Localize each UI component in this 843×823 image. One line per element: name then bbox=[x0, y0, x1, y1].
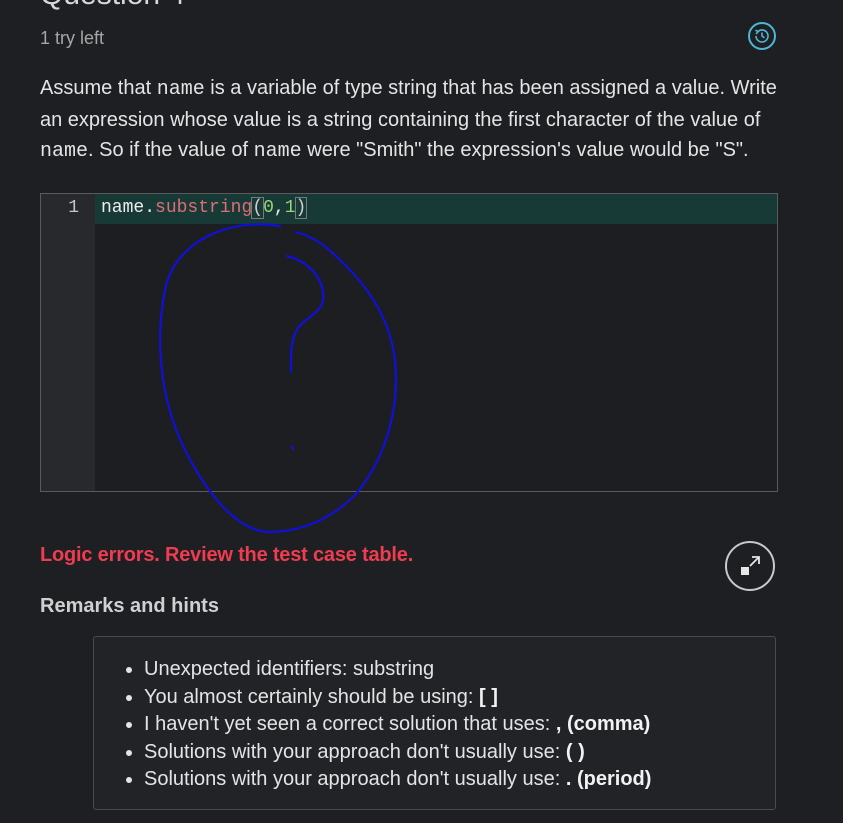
line-number: 1 bbox=[68, 198, 79, 218]
expand-icon bbox=[741, 556, 760, 575]
history-icon bbox=[755, 29, 769, 43]
hint-item: You almost certainly should be using: [ … bbox=[144, 684, 651, 712]
expand-button[interactable] bbox=[725, 541, 775, 591]
inline-code: name bbox=[253, 140, 302, 163]
tries-left: 1 try left bbox=[40, 28, 105, 48]
token-open-paren: ( bbox=[251, 197, 265, 219]
token-identifier: name bbox=[101, 198, 145, 218]
question-prompt: Assume that name is a variable of type s… bbox=[40, 77, 777, 163]
code-line[interactable]: name.substring(0,1) bbox=[101, 197, 308, 219]
hint-item: Unexpected identifiers: substring bbox=[144, 656, 651, 684]
hints-list: Unexpected identifiers: substring You al… bbox=[94, 656, 651, 794]
hint-item: Solutions with your approach don't usual… bbox=[144, 739, 651, 767]
token-dot: . bbox=[144, 198, 156, 218]
editor-gutter: 1 bbox=[41, 194, 95, 491]
hint-item: I haven't yet seen a correct solution th… bbox=[144, 711, 651, 739]
token-number: 0 bbox=[263, 198, 274, 218]
hints-title: Remarks and hints bbox=[40, 595, 219, 617]
history-button[interactable] bbox=[748, 22, 776, 50]
token-close-paren: ) bbox=[294, 197, 308, 219]
error-message: Logic errors. Review the test case table… bbox=[40, 544, 414, 566]
token-comma: , bbox=[273, 198, 285, 218]
token-method: substring bbox=[155, 198, 253, 218]
hints-box: Unexpected identifiers: substring You al… bbox=[93, 636, 776, 810]
hint-item: Solutions with your approach don't usual… bbox=[144, 766, 651, 794]
question-title: Question 4 bbox=[40, 0, 185, 12]
inline-code: name bbox=[40, 140, 89, 163]
code-editor[interactable]: 1 name.substring(0,1) bbox=[40, 193, 778, 492]
token-number: 1 bbox=[284, 198, 296, 218]
inline-code: name bbox=[156, 78, 205, 101]
